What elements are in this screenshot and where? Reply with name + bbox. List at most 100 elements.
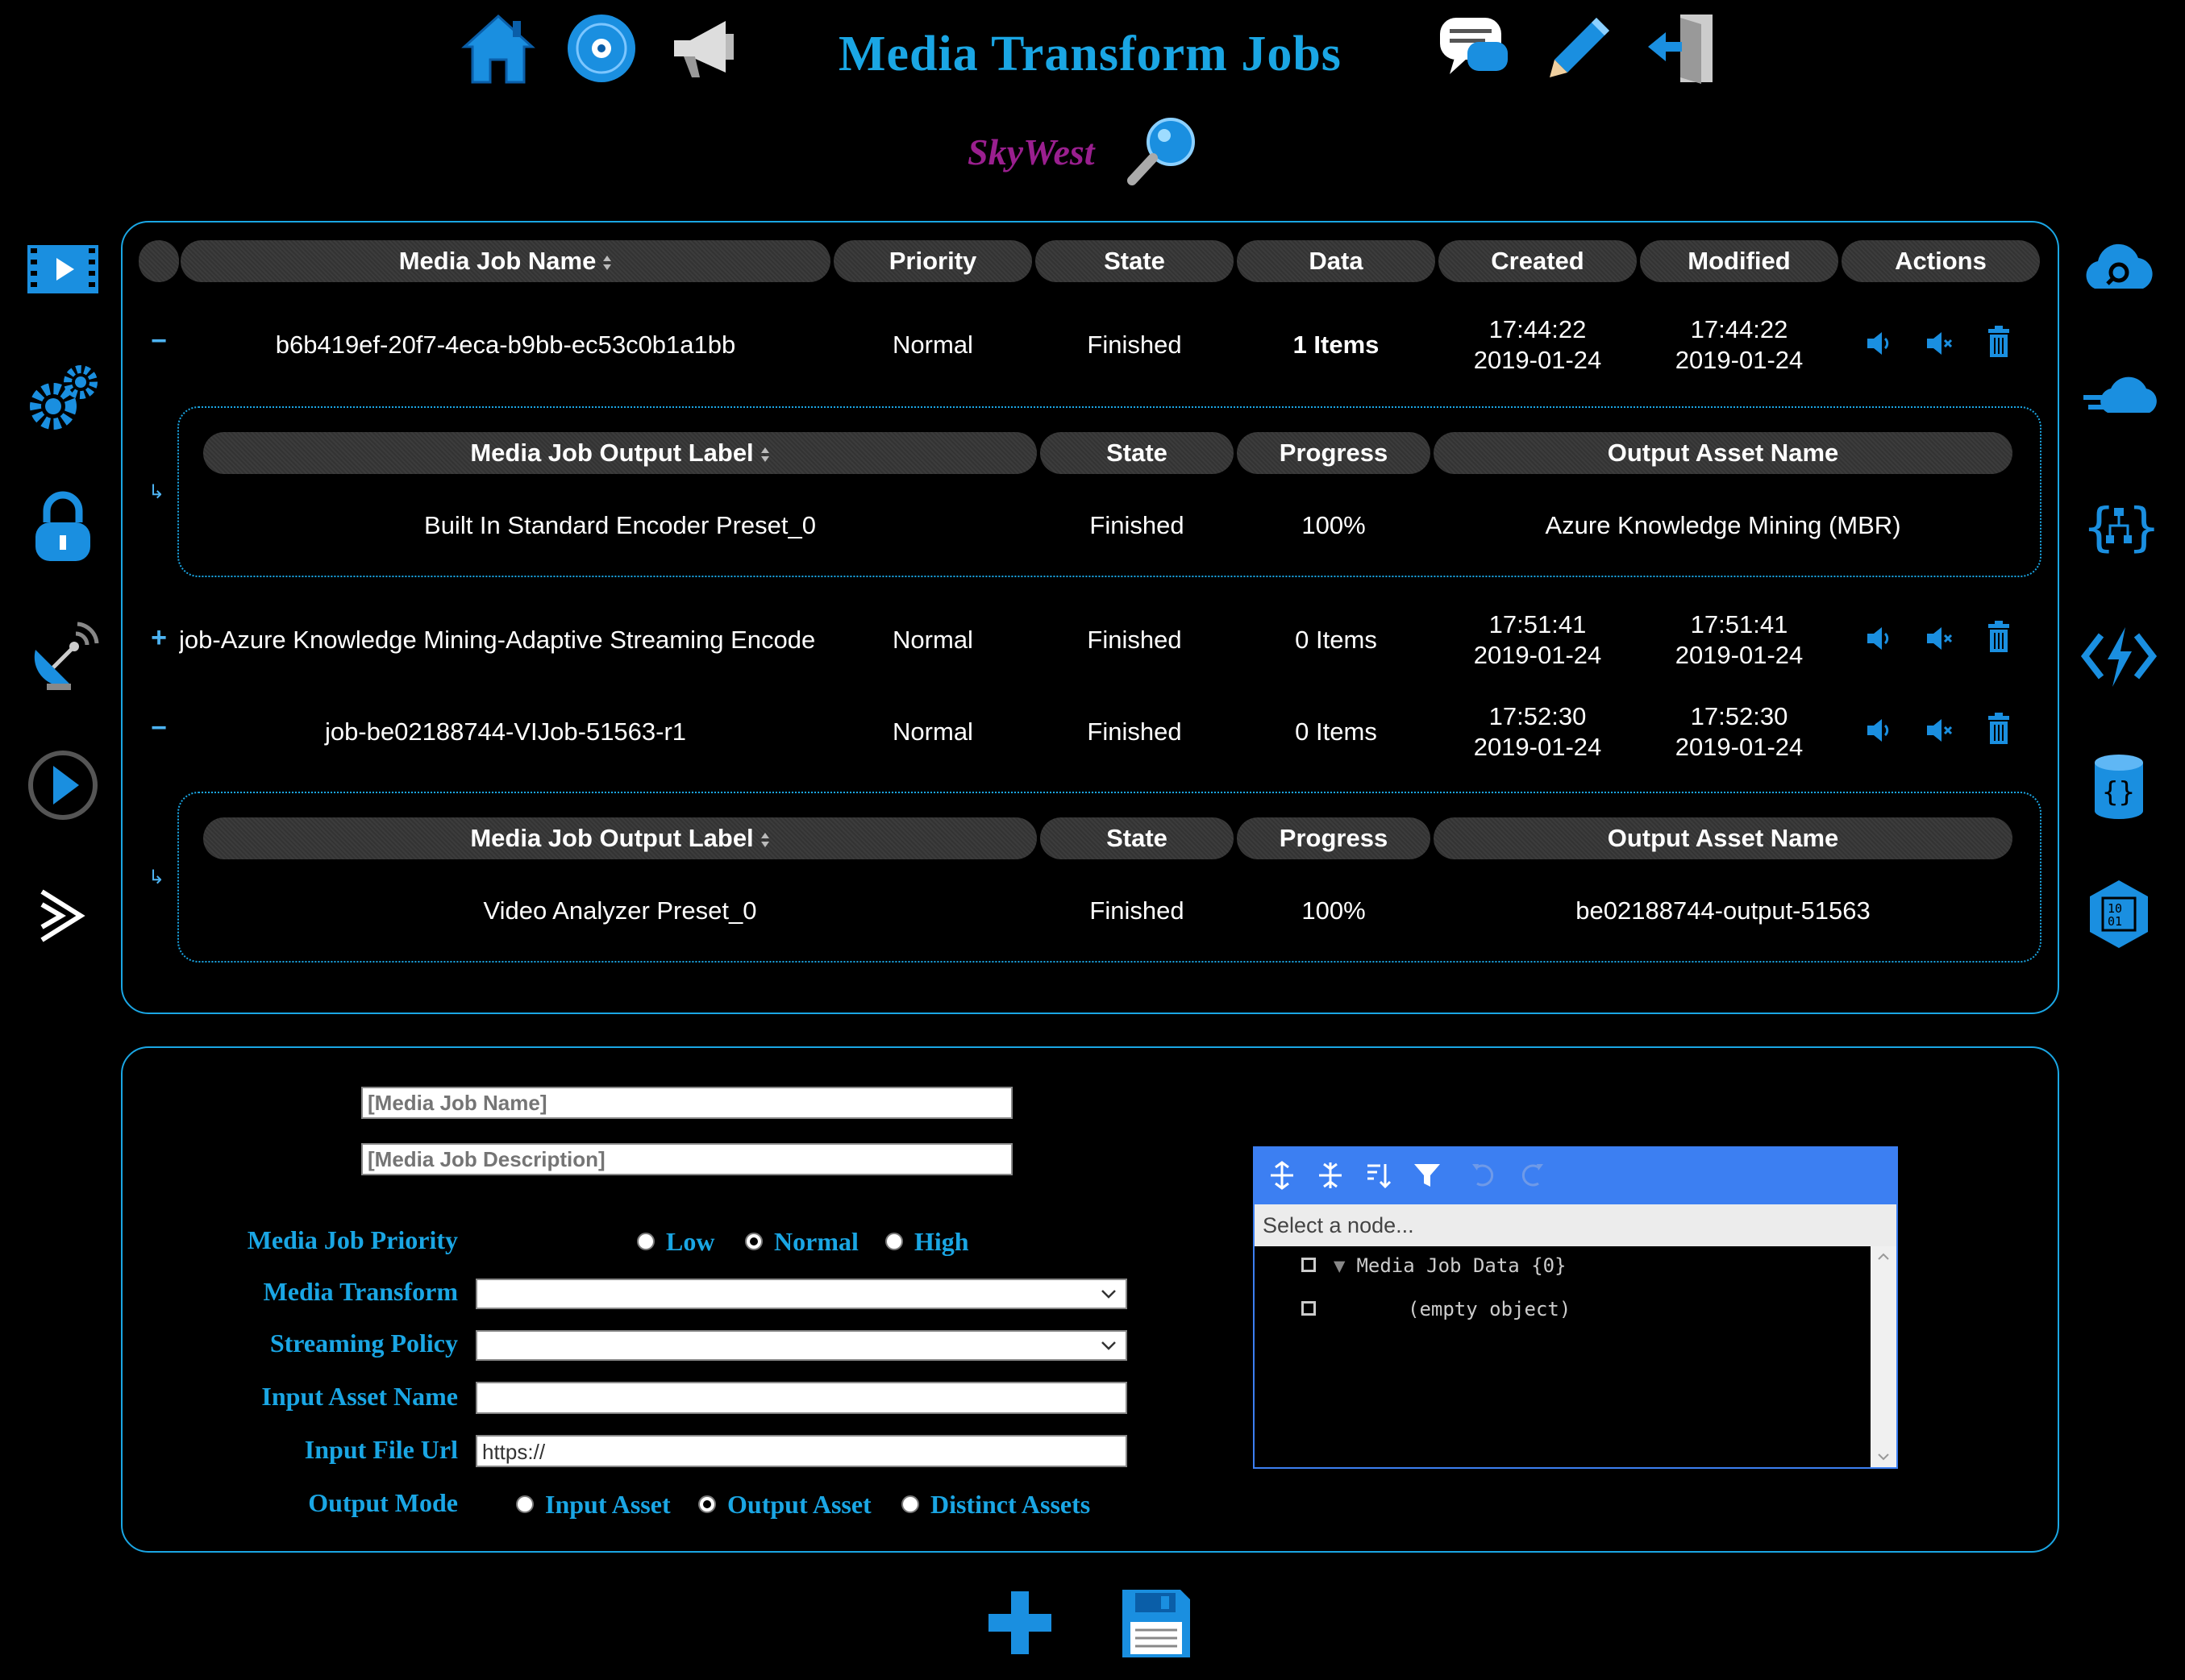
job-data[interactable]: 0 Items <box>1237 626 1435 655</box>
input-url-label: Input File Url <box>304 1435 458 1464</box>
home-icon[interactable] <box>460 10 537 87</box>
svg-text:}: } <box>2129 498 2158 558</box>
output-mode-distinct-assets-radio[interactable]: Distinct Assets <box>901 1490 1090 1520</box>
job-data[interactable]: 1 Items <box>1237 331 1435 360</box>
col-output-label[interactable]: Media Job Output Label <box>203 817 1037 859</box>
expand-toggle[interactable]: + <box>147 622 171 654</box>
input-url-field[interactable]: https:// <box>476 1435 1127 1467</box>
job-modified: 17:52:30 2019-01-24 <box>1675 702 1804 761</box>
drag-handle-icon[interactable] <box>1301 1258 1316 1272</box>
col-data[interactable]: Data <box>1237 240 1435 282</box>
output-mode-input-asset-radio[interactable]: Input Asset <box>516 1490 671 1520</box>
expand-all-icon[interactable] <box>1267 1161 1296 1190</box>
json-editor-scrollbar[interactable] <box>1871 1246 1896 1467</box>
binary-hex-icon[interactable]: 10 01 <box>2080 875 2158 953</box>
input-asset-field[interactable] <box>476 1382 1127 1414</box>
col-modified[interactable]: Modified <box>1640 240 1838 282</box>
fast-cloud-icon[interactable] <box>2080 360 2158 437</box>
json-editor[interactable]: Select a node... ▼ Media Job Data {0} (em… <box>1253 1146 1898 1469</box>
col-output-asset[interactable]: Output Asset Name <box>1434 817 2012 859</box>
col-output-progress[interactable]: Progress <box>1237 817 1430 859</box>
mute-icon[interactable] <box>1924 714 1954 746</box>
json-node-search[interactable]: Select a node... <box>1255 1204 1896 1246</box>
stream-icon[interactable] <box>24 875 102 953</box>
collapse-all-icon[interactable] <box>1316 1161 1345 1190</box>
output-state: Finished <box>1089 511 1184 539</box>
json-editor-toolbar <box>1255 1148 1896 1204</box>
pencil-icon[interactable] <box>1540 10 1617 87</box>
detail-arrow: ↳ <box>148 481 165 503</box>
disc-icon[interactable] <box>563 10 640 87</box>
output-mode-output-asset-radio[interactable]: Output Asset <box>698 1490 872 1520</box>
output-label: Video Analyzer Preset_0 <box>483 896 757 925</box>
undo-icon[interactable] <box>1469 1161 1498 1190</box>
job-name[interactable]: job-be02188744-VIJob-51563-r1 <box>181 717 830 746</box>
sign-out-icon[interactable] <box>1645 10 1722 87</box>
priority-low-radio[interactable]: Low <box>637 1227 714 1257</box>
api-hierarchy-icon[interactable]: {} <box>2080 489 2160 566</box>
tree-expand-icon[interactable]: ▼ <box>1334 1254 1345 1277</box>
col-media-job-name[interactable]: Media Job Name <box>181 240 830 282</box>
volume-on-icon[interactable] <box>1864 327 1895 360</box>
redo-icon[interactable] <box>1517 1161 1546 1190</box>
output-mode-label: Output Mode <box>308 1488 458 1517</box>
priority-normal-radio[interactable]: Normal <box>745 1227 859 1257</box>
mute-icon[interactable] <box>1924 622 1954 655</box>
video-icon[interactable] <box>24 231 102 308</box>
volume-on-icon[interactable] <box>1864 622 1895 655</box>
job-modified: 17:51:41 2019-01-24 <box>1675 610 1804 669</box>
database-json-icon[interactable]: {} <box>2080 746 2158 824</box>
mute-icon[interactable] <box>1924 327 1954 360</box>
search-icon[interactable] <box>1124 113 1201 190</box>
drag-handle-icon[interactable] <box>1301 1301 1316 1316</box>
trash-icon[interactable] <box>1983 713 2014 745</box>
lock-icon[interactable] <box>24 489 102 566</box>
job-created: 17:51:41 2019-01-24 <box>1473 610 1602 669</box>
col-output-state[interactable]: State <box>1040 817 1234 859</box>
job-state: Finished <box>1087 626 1182 654</box>
job-data[interactable]: 0 Items <box>1237 717 1435 746</box>
collapse-toggle[interactable]: − <box>147 326 171 357</box>
output-asset-name[interactable]: be02188744-output-51563 <box>1434 896 2012 925</box>
output-state: Finished <box>1089 896 1184 925</box>
chevron-down-icon <box>1101 1341 1116 1350</box>
cloud-search-icon[interactable] <box>2080 231 2158 308</box>
col-output-label[interactable]: Media Job Output Label <box>203 432 1037 474</box>
function-bolt-icon[interactable] <box>2080 618 2158 695</box>
svg-text:{}: {} <box>2102 776 2135 809</box>
filter-icon[interactable] <box>1413 1161 1442 1190</box>
collapse-toggle[interactable]: − <box>147 713 171 744</box>
add-icon[interactable] <box>985 1588 1055 1657</box>
col-created[interactable]: Created <box>1438 240 1637 282</box>
streaming-policy-select[interactable] <box>476 1330 1127 1361</box>
expand-column-header <box>139 240 179 282</box>
priority-high-radio[interactable]: High <box>885 1227 969 1257</box>
job-name[interactable]: job-Azure Knowledge Mining-Adaptive Stre… <box>179 626 834 655</box>
output-asset-name[interactable]: Azure Knowledge Mining (MBR) <box>1434 511 2012 540</box>
trash-icon[interactable] <box>1983 621 2014 653</box>
col-output-state[interactable]: State <box>1040 432 1234 474</box>
job-name[interactable]: b6b419ef-20f7-4eca-b9bb-ec53c0b1a1bb <box>181 331 830 360</box>
megaphone-icon[interactable] <box>666 10 743 87</box>
job-priority: Normal <box>893 331 973 359</box>
json-root-node[interactable]: ▼ Media Job Data {0} <box>1301 1254 1567 1277</box>
col-priority[interactable]: Priority <box>834 240 1032 282</box>
col-state[interactable]: State <box>1035 240 1234 282</box>
transform-select[interactable] <box>476 1279 1127 1309</box>
json-empty-node: (empty object) <box>1301 1298 1571 1320</box>
job-description-input[interactable] <box>361 1143 1013 1175</box>
satellite-dish-icon[interactable] <box>24 618 102 695</box>
play-circle-icon[interactable] <box>24 746 102 824</box>
save-icon[interactable] <box>1119 1586 1193 1661</box>
output-progress: 100% <box>1301 896 1366 925</box>
col-output-asset[interactable]: Output Asset Name <box>1434 432 2012 474</box>
chat-icon[interactable] <box>1435 10 1513 87</box>
job-name-input[interactable] <box>361 1087 1013 1119</box>
gears-icon[interactable] <box>24 360 102 437</box>
sort-icon[interactable] <box>1364 1161 1393 1190</box>
col-output-progress[interactable]: Progress <box>1237 432 1430 474</box>
trash-icon[interactable] <box>1983 326 2014 358</box>
job-state: Finished <box>1087 717 1182 746</box>
volume-on-icon[interactable] <box>1864 714 1895 746</box>
job-created: 17:52:30 2019-01-24 <box>1473 702 1602 761</box>
